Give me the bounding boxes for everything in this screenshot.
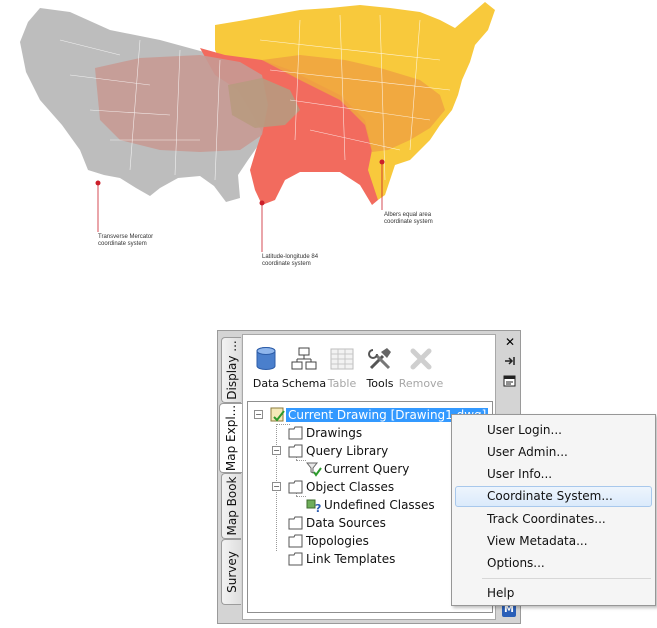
drawing-icon <box>270 407 285 422</box>
tab-label: Map Book <box>224 476 239 536</box>
albers-label: Albers equal area coordinate system <box>384 212 433 225</box>
mercator-marker <box>95 180 101 186</box>
transverse-mercator-label: Transverse Mercator coordinate system <box>98 234 154 247</box>
menu-item-view-metadata[interactable]: View Metadata... <box>455 531 652 552</box>
tree-node-label: Data Sources <box>306 515 386 530</box>
tree-node-link-templates[interactable]: Link Templates <box>288 550 397 567</box>
data-label: Data <box>252 377 280 390</box>
folder-icon <box>288 534 303 547</box>
tab-label: Display ... <box>224 340 239 400</box>
query-filter-icon <box>306 462 322 477</box>
table-label: Table <box>327 377 357 390</box>
tree-node-object-classes[interactable]: Object Classes <box>288 478 396 495</box>
collapse-query-library-toggle[interactable]: − <box>272 446 281 455</box>
folder-icon <box>288 480 303 493</box>
remove-button[interactable]: Remove <box>399 346 443 394</box>
remove-icon <box>410 348 432 370</box>
menu-item-user-login[interactable]: User Login... <box>455 420 652 441</box>
tree-node-undefined-classes[interactable]: ? Undefined Classes <box>306 496 437 513</box>
tools-icon <box>368 348 391 370</box>
folder-icon <box>288 426 303 439</box>
menu-item-label: View Metadata... <box>487 534 588 548</box>
schema-label: Schema <box>281 377 327 390</box>
menu-item-user-admin[interactable]: User Admin... <box>455 442 652 463</box>
menu-item-help[interactable]: Help <box>455 583 652 604</box>
tools-button[interactable]: Tools <box>361 346 399 394</box>
tree-node-label: Drawings <box>306 425 363 440</box>
menu-item-label: Help <box>487 586 515 600</box>
tab-display-manager[interactable]: Display ... <box>221 337 241 403</box>
remove-label: Remove <box>398 377 444 390</box>
tools-label: Tools <box>366 377 394 390</box>
tab-label: Survey <box>224 551 239 593</box>
context-menu: User Login... User Admin... User Info...… <box>451 414 656 606</box>
autohide-button[interactable] <box>502 353 518 367</box>
tree-node-topologies[interactable]: Topologies <box>288 532 371 549</box>
schema-icon <box>291 347 317 370</box>
coordinate-systems-map: Transverse Mercator coordinate system La… <box>0 0 657 280</box>
table-icon <box>330 348 354 370</box>
tree-connector <box>296 496 306 497</box>
menu-item-user-info[interactable]: User Info... <box>455 464 652 485</box>
tree-node-label: Object Classes <box>306 479 395 494</box>
database-icon <box>256 347 276 370</box>
collapse-object-classes-toggle[interactable]: − <box>272 482 281 491</box>
properties-button[interactable] <box>502 373 518 387</box>
menu-item-options[interactable]: Options... <box>455 553 652 574</box>
tab-survey[interactable]: Survey <box>221 539 241 605</box>
svg-text:?: ? <box>315 502 321 513</box>
menu-item-label: Coordinate System... <box>487 489 613 503</box>
tree-node-current-query[interactable]: Current Query <box>306 460 411 477</box>
menu-item-label: User Login... <box>487 423 562 437</box>
albers-marker <box>379 159 385 165</box>
tree-connector <box>296 460 306 461</box>
folder-icon <box>288 552 303 565</box>
tab-map-book[interactable]: Map Book <box>221 473 241 539</box>
menu-item-label: Options... <box>487 556 545 570</box>
data-button[interactable]: Data <box>247 346 285 394</box>
close-palette-button[interactable]: ✕ <box>502 335 518 349</box>
latlong84-label: Latitude-longitude 84 coordinate system <box>262 254 319 267</box>
undefined-class-icon: ? <box>306 499 321 513</box>
menu-item-label: User Info... <box>487 467 553 481</box>
collapse-root-toggle[interactable]: − <box>254 410 263 419</box>
explorer-toolbar: Data Schema Table Tools Remove <box>247 346 443 394</box>
schema-button[interactable]: Schema <box>281 346 327 394</box>
latlong-marker <box>259 200 265 206</box>
tree-node-label: Undefined Classes <box>324 497 435 512</box>
menu-item-label: Track Coordinates... <box>487 512 606 526</box>
close-icon: ✕ <box>504 335 516 349</box>
folder-icon <box>288 444 303 457</box>
tree-node-data-sources[interactable]: Data Sources <box>288 514 388 531</box>
menu-item-label: User Admin... <box>487 445 568 459</box>
menu-item-track-coordinates[interactable]: Track Coordinates... <box>455 509 652 530</box>
folder-icon <box>288 516 303 529</box>
pin-icon <box>505 357 515 365</box>
tab-label: Map Expl... <box>224 404 238 472</box>
menu-item-coordinate-system[interactable]: Coordinate System... <box>455 486 652 507</box>
tree-node-label: Topologies <box>306 533 369 548</box>
tree-node-label: Link Templates <box>306 551 396 566</box>
menu-separator <box>482 578 651 579</box>
table-button[interactable]: Table <box>323 346 361 394</box>
tree-node-drawings[interactable]: Drawings <box>288 424 364 441</box>
tab-map-explorer[interactable]: Map Expl... <box>219 403 242 473</box>
tree-node-query-library[interactable]: Query Library <box>288 442 390 459</box>
tree-node-label: Current Query <box>324 461 410 476</box>
tree-node-label: Query Library <box>306 443 389 458</box>
properties-icon <box>503 375 516 387</box>
